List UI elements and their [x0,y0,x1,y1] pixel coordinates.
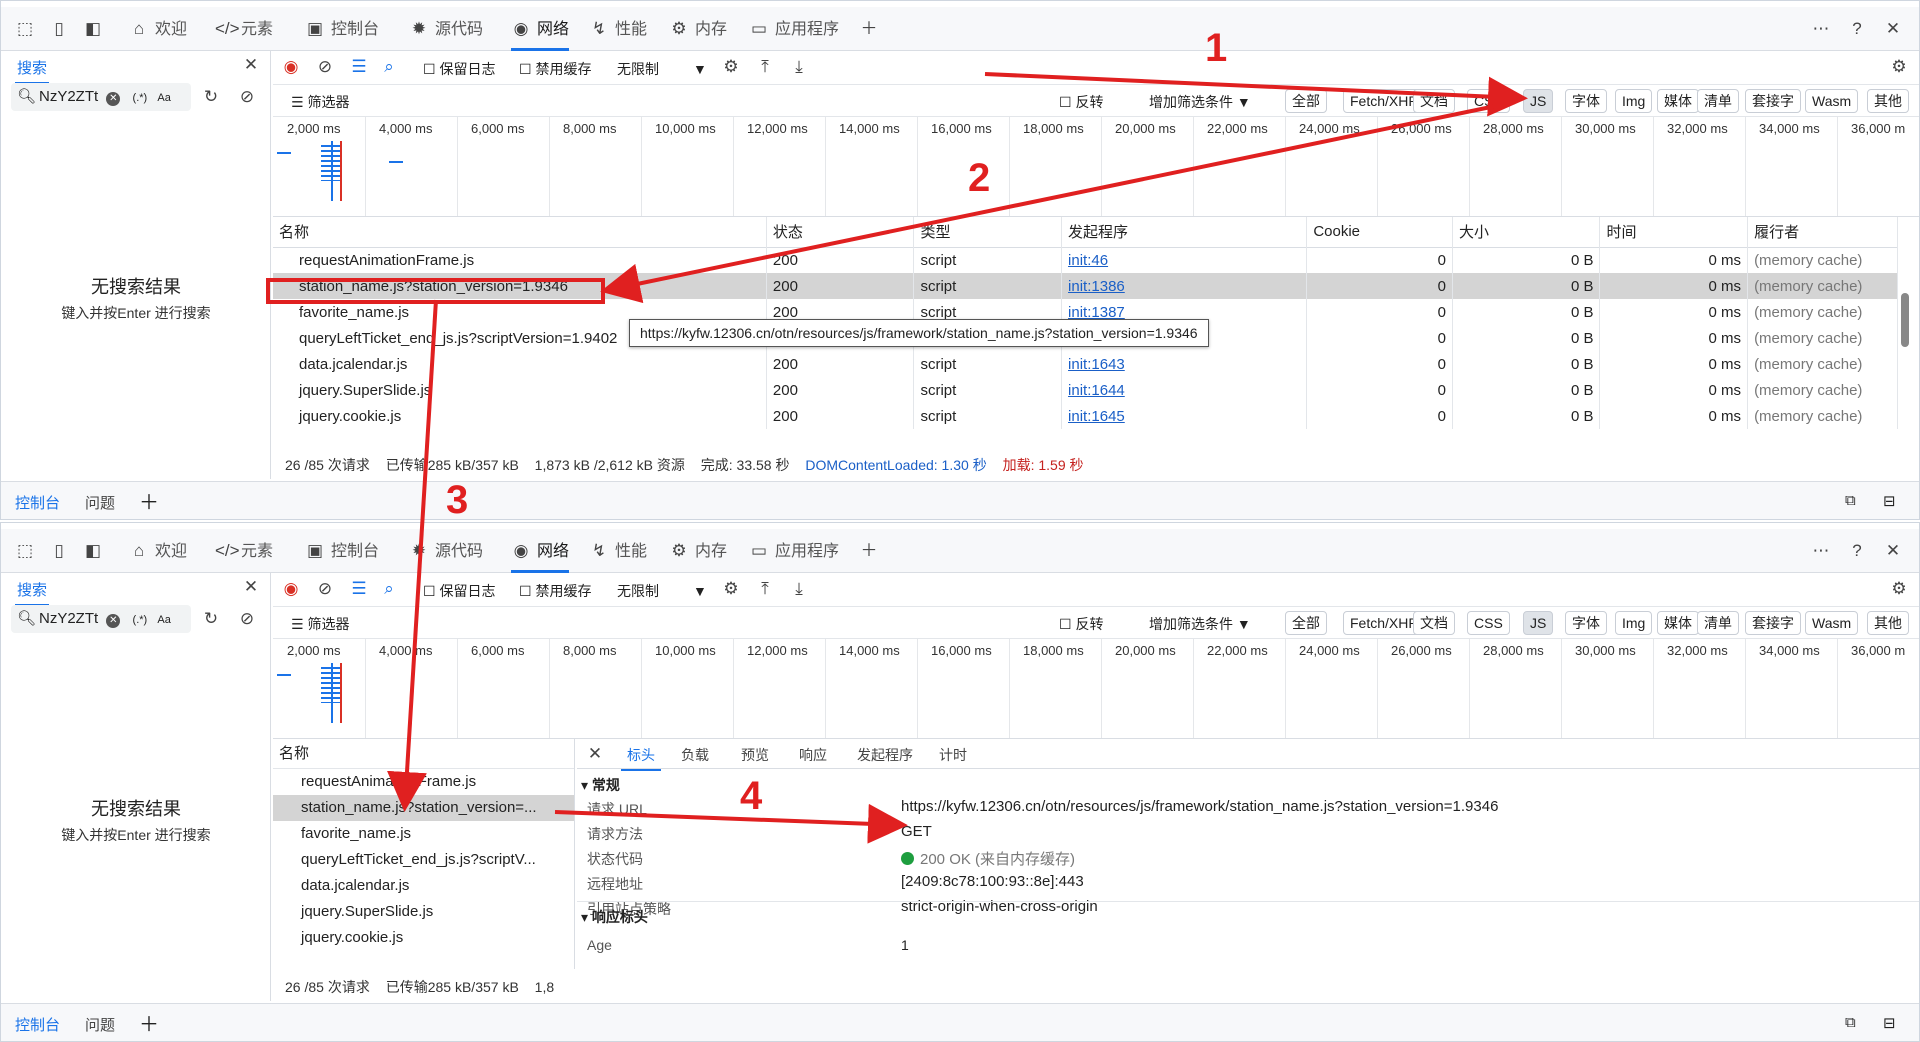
annotation-2: 2 [968,156,991,200]
annotation-3: 3 [446,478,469,522]
annotation-overlay [266,72,1528,844]
arrow-4 [554,803,908,844]
highlight-box [266,278,605,304]
arrow-2 [600,100,1516,304]
annotation-4: 4 [740,774,763,818]
arrow-3 [387,299,438,812]
arrow-1 [984,72,1528,117]
annotation-1: 1 [1205,26,1228,70]
